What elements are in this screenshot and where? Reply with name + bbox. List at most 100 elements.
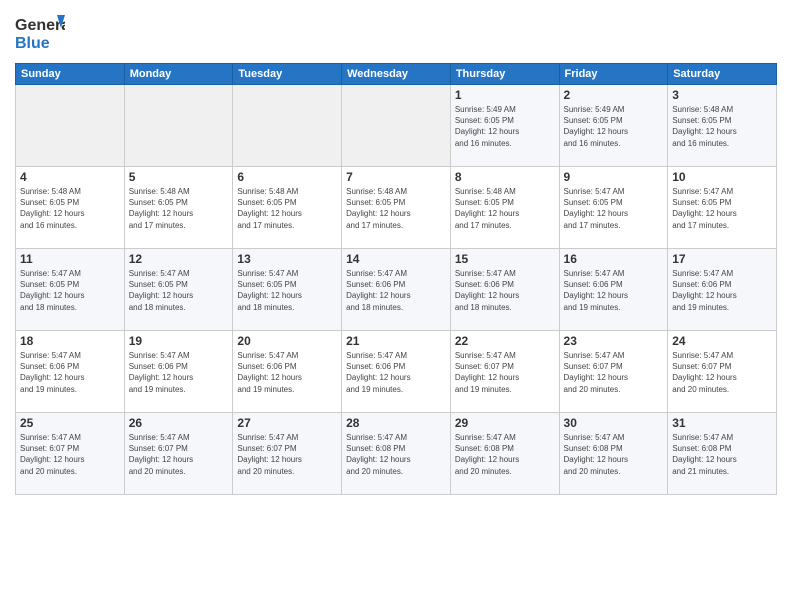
calendar-table: SundayMondayTuesdayWednesdayThursdayFrid… <box>15 63 777 495</box>
calendar-cell: 26 Sunrise: 5:47 AM Sunset: 6:07 PM Dayli… <box>124 413 233 495</box>
day-number: 30 <box>564 416 664 430</box>
day-number: 17 <box>672 252 772 266</box>
day-info: Sunrise: 5:48 AM Sunset: 6:05 PM Dayligh… <box>455 186 555 231</box>
day-number: 26 <box>129 416 229 430</box>
weekday-header-row: SundayMondayTuesdayWednesdayThursdayFrid… <box>16 64 777 85</box>
day-number: 5 <box>129 170 229 184</box>
day-number: 1 <box>455 88 555 102</box>
calendar-cell: 23Sunrise: 5:47 AM Sunset: 6:07 PM Dayli… <box>559 331 668 413</box>
calendar-cell: 10 Sunrise: 5:47 AM Sunset: 6:05 PM Dayli… <box>668 167 777 249</box>
calendar-cell: 29Sunrise: 5:47 AM Sunset: 6:08 PM Dayli… <box>450 413 559 495</box>
weekday-header-thursday: Thursday <box>450 64 559 85</box>
calendar-cell: 15Sunrise: 5:47 AM Sunset: 6:06 PM Dayli… <box>450 249 559 331</box>
calendar-week-row: 1 Sunrise: 5:49 AM Sunset: 6:05 PM Daylig… <box>16 85 777 167</box>
calendar-cell <box>233 85 342 167</box>
day-info: Sunrise: 5:47 AM Sunset: 6:05 PM Dayligh… <box>672 186 772 231</box>
calendar-cell: 30 Sunrise: 5:47 AM Sunset: 6:08 PM Dayli… <box>559 413 668 495</box>
day-info: Sunrise: 5:47 AM Sunset: 6:06 PM Dayligh… <box>20 350 120 395</box>
calendar-cell: 20 Sunrise: 5:47 AM Sunset: 6:06 PM Dayli… <box>233 331 342 413</box>
calendar-cell: 22 Sunrise: 5:47 AM Sunset: 6:07 PM Dayli… <box>450 331 559 413</box>
day-info: Sunrise: 5:47 AM Sunset: 6:07 PM Dayligh… <box>20 432 120 477</box>
day-number: 19 <box>129 334 229 348</box>
calendar-cell: 12 Sunrise: 5:47 AM Sunset: 6:05 PM Dayli… <box>124 249 233 331</box>
day-info: Sunrise: 5:47 AM Sunset: 6:05 PM Dayligh… <box>237 268 337 313</box>
day-number: 7 <box>346 170 446 184</box>
day-number: 12 <box>129 252 229 266</box>
day-info: Sunrise: 5:47 AM Sunset: 6:08 PM Dayligh… <box>672 432 772 477</box>
day-info: Sunrise: 5:47 AM Sunset: 6:07 PM Dayligh… <box>455 350 555 395</box>
day-number: 10 <box>672 170 772 184</box>
calendar-week-row: 11 Sunrise: 5:47 AM Sunset: 6:05 PM Dayli… <box>16 249 777 331</box>
day-number: 18 <box>20 334 120 348</box>
calendar-cell: 7 Sunrise: 5:48 AM Sunset: 6:05 PM Daylig… <box>342 167 451 249</box>
day-number: 31 <box>672 416 772 430</box>
day-number: 21 <box>346 334 446 348</box>
calendar-cell: 8 Sunrise: 5:48 AM Sunset: 6:05 PM Daylig… <box>450 167 559 249</box>
day-info: Sunrise: 5:47 AM Sunset: 6:07 PM Dayligh… <box>672 350 772 395</box>
header: General Blue <box>15 10 777 55</box>
day-info: Sunrise: 5:49 AM Sunset: 6:05 PM Dayligh… <box>455 104 555 149</box>
calendar-cell: 24 Sunrise: 5:47 AM Sunset: 6:07 PM Dayli… <box>668 331 777 413</box>
day-info: Sunrise: 5:47 AM Sunset: 6:05 PM Dayligh… <box>129 268 229 313</box>
day-info: Sunrise: 5:47 AM Sunset: 6:07 PM Dayligh… <box>129 432 229 477</box>
calendar-cell: 2Sunrise: 5:49 AM Sunset: 6:05 PM Daylig… <box>559 85 668 167</box>
day-number: 23 <box>564 334 664 348</box>
calendar-cell: 6 Sunrise: 5:48 AM Sunset: 6:05 PM Daylig… <box>233 167 342 249</box>
weekday-header-friday: Friday <box>559 64 668 85</box>
calendar-cell: 14Sunrise: 5:47 AM Sunset: 6:06 PM Dayli… <box>342 249 451 331</box>
day-number: 14 <box>346 252 446 266</box>
calendar-cell: 27Sunrise: 5:47 AM Sunset: 6:07 PM Dayli… <box>233 413 342 495</box>
day-number: 11 <box>20 252 120 266</box>
calendar-cell: 18 Sunrise: 5:47 AM Sunset: 6:06 PM Dayli… <box>16 331 125 413</box>
weekday-header-monday: Monday <box>124 64 233 85</box>
day-number: 3 <box>672 88 772 102</box>
day-number: 22 <box>455 334 555 348</box>
day-number: 8 <box>455 170 555 184</box>
day-number: 16 <box>564 252 664 266</box>
day-number: 6 <box>237 170 337 184</box>
calendar-cell: 25 Sunrise: 5:47 AM Sunset: 6:07 PM Dayli… <box>16 413 125 495</box>
svg-text:General: General <box>15 17 65 34</box>
calendar-cell: 13 Sunrise: 5:47 AM Sunset: 6:05 PM Dayli… <box>233 249 342 331</box>
calendar-cell <box>16 85 125 167</box>
calendar-cell: 5 Sunrise: 5:48 AM Sunset: 6:05 PM Daylig… <box>124 167 233 249</box>
weekday-header-tuesday: Tuesday <box>233 64 342 85</box>
day-number: 29 <box>455 416 555 430</box>
calendar-cell <box>342 85 451 167</box>
svg-text:Blue: Blue <box>15 35 50 52</box>
day-info: Sunrise: 5:47 AM Sunset: 6:06 PM Dayligh… <box>346 350 446 395</box>
day-number: 20 <box>237 334 337 348</box>
day-info: Sunrise: 5:48 AM Sunset: 6:05 PM Dayligh… <box>672 104 772 149</box>
day-number: 13 <box>237 252 337 266</box>
day-number: 27 <box>237 416 337 430</box>
weekday-header-sunday: Sunday <box>16 64 125 85</box>
day-number: 25 <box>20 416 120 430</box>
calendar-cell: 3 Sunrise: 5:48 AM Sunset: 6:05 PM Daylig… <box>668 85 777 167</box>
calendar-cell: 31 Sunrise: 5:47 AM Sunset: 6:08 PM Dayli… <box>668 413 777 495</box>
day-info: Sunrise: 5:47 AM Sunset: 6:06 PM Dayligh… <box>129 350 229 395</box>
calendar-week-row: 4Sunrise: 5:48 AM Sunset: 6:05 PM Daylig… <box>16 167 777 249</box>
day-info: Sunrise: 5:48 AM Sunset: 6:05 PM Dayligh… <box>346 186 446 231</box>
day-number: 24 <box>672 334 772 348</box>
calendar-cell: 11 Sunrise: 5:47 AM Sunset: 6:05 PM Dayli… <box>16 249 125 331</box>
day-info: Sunrise: 5:47 AM Sunset: 6:06 PM Dayligh… <box>237 350 337 395</box>
day-info: Sunrise: 5:47 AM Sunset: 6:08 PM Dayligh… <box>564 432 664 477</box>
day-info: Sunrise: 5:47 AM Sunset: 6:05 PM Dayligh… <box>20 268 120 313</box>
day-info: Sunrise: 5:48 AM Sunset: 6:05 PM Dayligh… <box>20 186 120 231</box>
calendar-week-row: 18 Sunrise: 5:47 AM Sunset: 6:06 PM Dayli… <box>16 331 777 413</box>
day-info: Sunrise: 5:49 AM Sunset: 6:05 PM Dayligh… <box>564 104 664 149</box>
weekday-header-wednesday: Wednesday <box>342 64 451 85</box>
day-info: Sunrise: 5:48 AM Sunset: 6:05 PM Dayligh… <box>237 186 337 231</box>
logo: General Blue <box>15 10 65 55</box>
day-info: Sunrise: 5:47 AM Sunset: 6:06 PM Dayligh… <box>564 268 664 313</box>
logo-icon: General Blue <box>15 10 65 55</box>
day-info: Sunrise: 5:47 AM Sunset: 6:06 PM Dayligh… <box>455 268 555 313</box>
calendar-cell: 1 Sunrise: 5:49 AM Sunset: 6:05 PM Daylig… <box>450 85 559 167</box>
calendar-cell: 19 Sunrise: 5:47 AM Sunset: 6:06 PM Dayli… <box>124 331 233 413</box>
day-info: Sunrise: 5:47 AM Sunset: 6:06 PM Dayligh… <box>672 268 772 313</box>
calendar-cell <box>124 85 233 167</box>
day-number: 9 <box>564 170 664 184</box>
day-number: 28 <box>346 416 446 430</box>
day-info: Sunrise: 5:48 AM Sunset: 6:05 PM Dayligh… <box>129 186 229 231</box>
page: General Blue SundayMondayTuesdayWednesda… <box>0 0 792 612</box>
